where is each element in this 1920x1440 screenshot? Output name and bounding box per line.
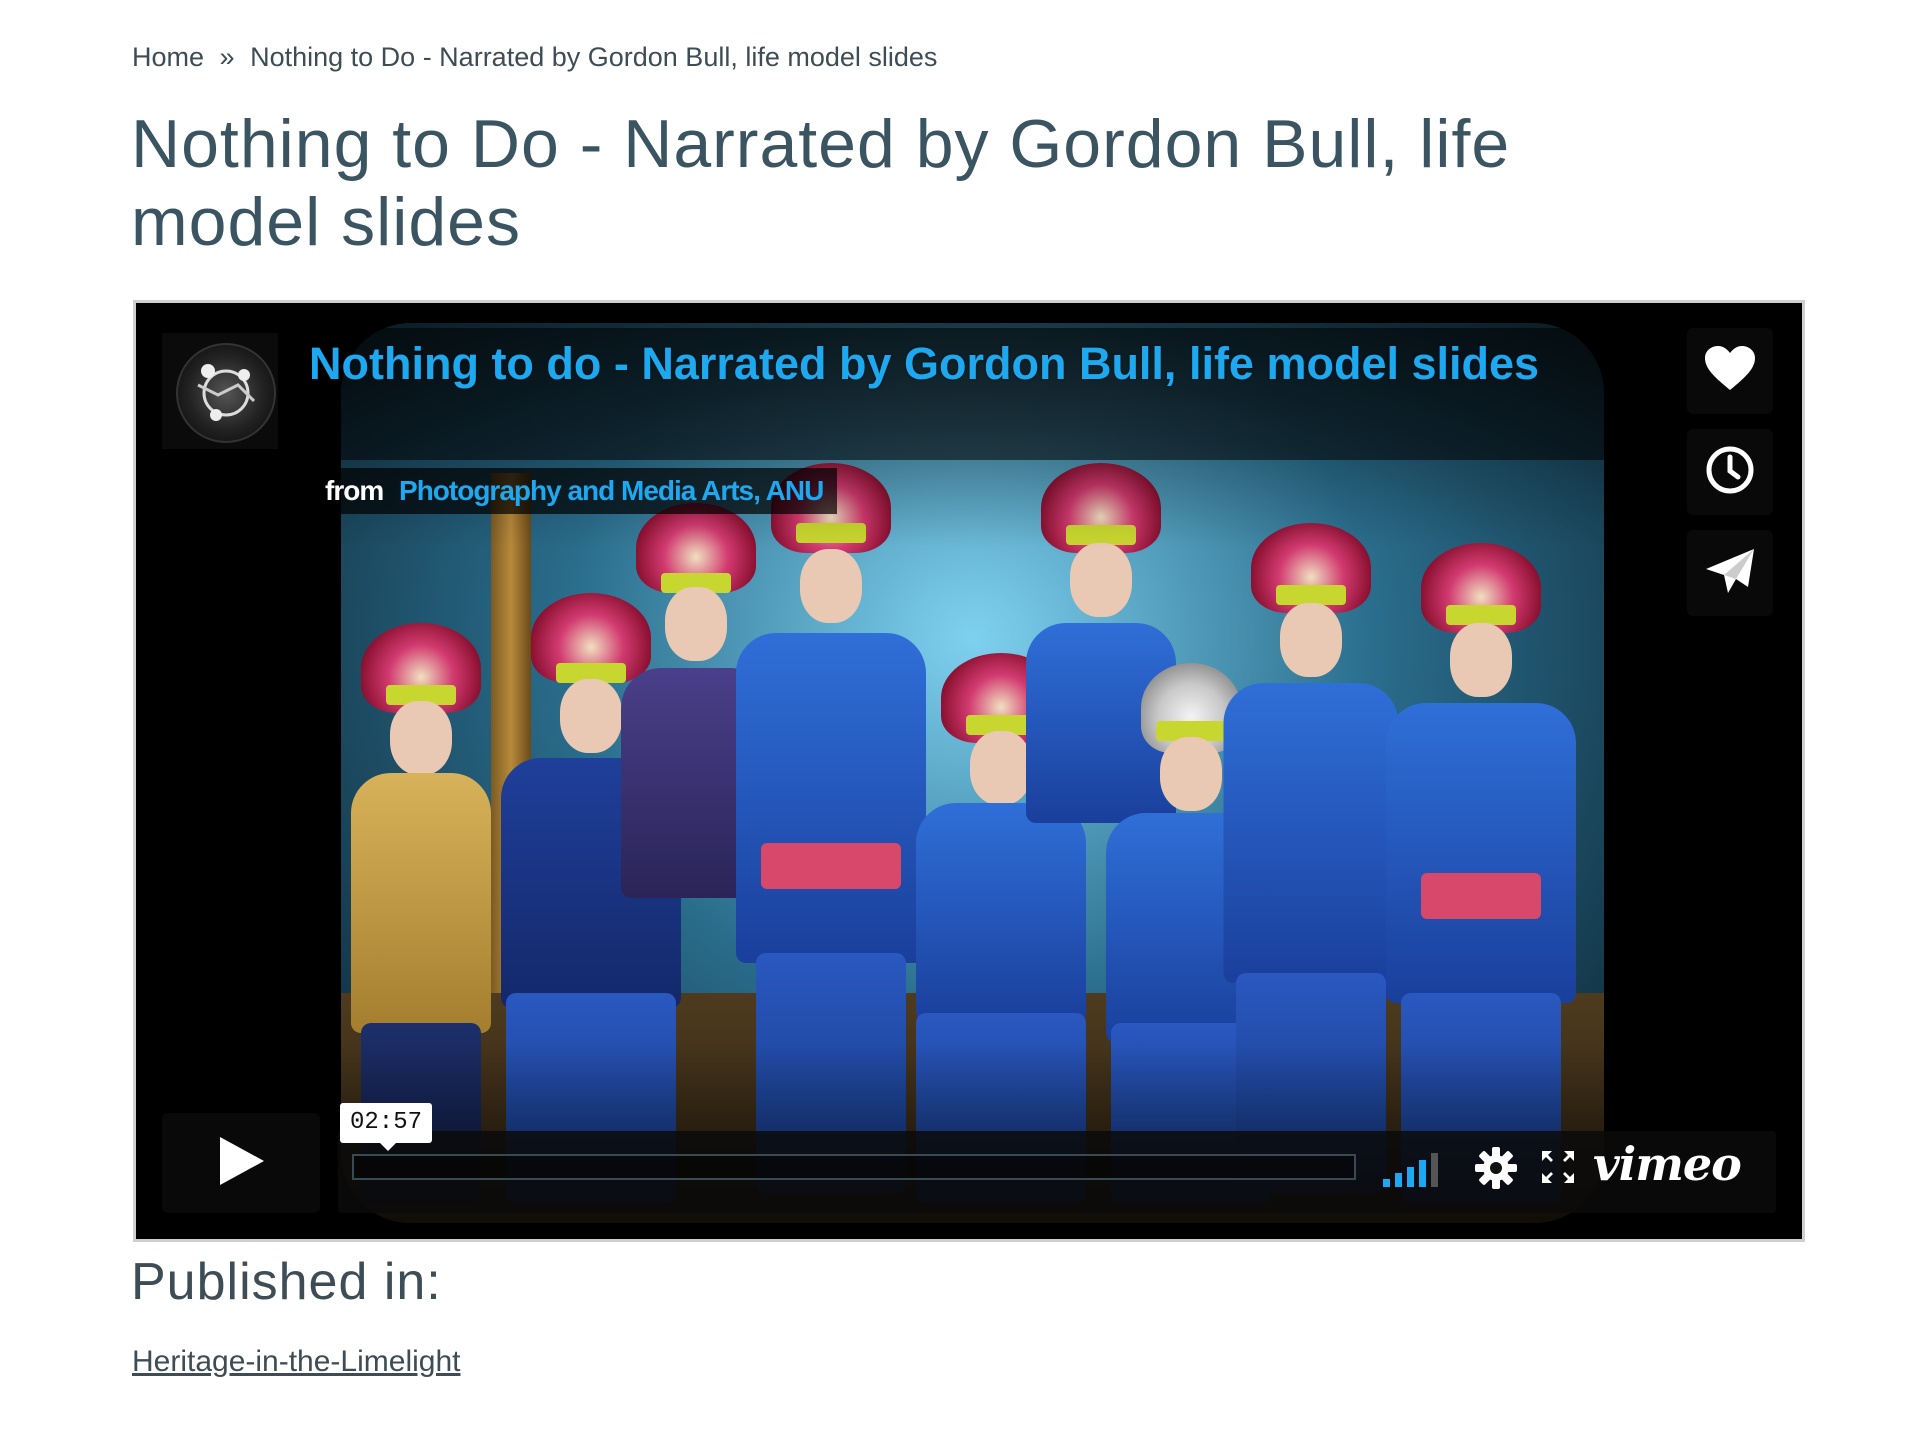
breadcrumb: Home » Nothing to Do - Narrated by Gordo… <box>132 42 937 73</box>
fullscreen-icon[interactable] <box>1540 1149 1576 1185</box>
gear-icon[interactable] <box>1473 1145 1519 1191</box>
like-button[interactable] <box>1687 328 1773 414</box>
channel-link[interactable]: Photography and Media Arts, ANU <box>399 475 824 506</box>
volume-icon[interactable] <box>1383 1153 1443 1187</box>
play-icon <box>216 1135 266 1192</box>
video-title-link[interactable]: Nothing to do - Narrated by Gordon Bull,… <box>309 333 1609 395</box>
video-byline: from Photography and Media Arts, ANU <box>313 468 838 514</box>
breadcrumb-current: Nothing to Do - Narrated by Gordon Bull,… <box>250 42 938 72</box>
watch-later-button[interactable] <box>1687 429 1773 515</box>
clock-icon <box>1704 444 1756 501</box>
published-in-heading: Published in: <box>131 1253 442 1311</box>
page-title: Nothing to Do - Narrated by Gordon Bull,… <box>131 106 1511 260</box>
timecode-tooltip: 02:57 <box>340 1103 432 1151</box>
paper-plane-icon <box>1704 547 1756 600</box>
published-in-link[interactable]: Heritage-in-the-Limelight <box>132 1345 460 1379</box>
breadcrumb-home-link[interactable]: Home <box>132 42 204 72</box>
progress-track[interactable] <box>352 1154 1356 1180</box>
channel-avatar[interactable] <box>162 333 278 449</box>
share-button[interactable] <box>1687 530 1773 616</box>
video-player[interactable]: Nothing to do - Narrated by Gordon Bull,… <box>133 300 1805 1242</box>
from-label: from <box>325 475 384 506</box>
heart-icon <box>1705 345 1755 397</box>
play-button[interactable] <box>162 1113 320 1213</box>
breadcrumb-separator: » <box>219 42 235 72</box>
channel-avatar-image <box>176 343 276 443</box>
vimeo-logo[interactable]: vimeo <box>1593 1137 1742 1191</box>
control-bar: vimeo <box>338 1131 1776 1213</box>
player-controls: vimeo 02:57 <box>162 1103 1776 1213</box>
